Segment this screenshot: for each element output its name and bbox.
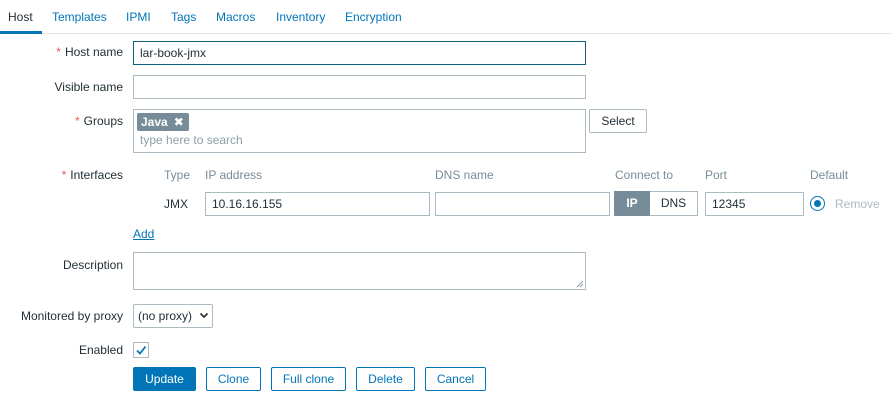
- enabled-checkbox[interactable]: [133, 342, 149, 358]
- col-type: Type: [164, 168, 191, 182]
- group-chip-label: Java: [141, 115, 168, 129]
- visible-name-label: Visible name: [54, 80, 123, 94]
- host-name-label: * Host name: [56, 45, 123, 59]
- groups-search-input[interactable]: type here to search: [140, 133, 243, 147]
- proxy-select[interactable]: (no proxy): [133, 304, 213, 328]
- col-dns-name: DNS name: [435, 168, 494, 182]
- check-icon: [136, 345, 147, 355]
- proxy-select-value: (no proxy): [138, 309, 193, 323]
- enabled-label: Enabled: [78, 343, 123, 357]
- resize-grip-icon[interactable]: [576, 280, 584, 288]
- host-name-label-text: Host name: [64, 45, 123, 59]
- default-interface-radio[interactable]: [810, 196, 825, 211]
- required-marker: *: [56, 45, 61, 59]
- interfaces-label: * Interfaces: [62, 168, 123, 182]
- required-marker: *: [61, 168, 67, 182]
- tab-bar: Host Templates IPMI Tags Macros Inventor…: [0, 0, 892, 34]
- proxy-label: Monitored by proxy: [20, 309, 123, 323]
- col-default: Default: [810, 168, 849, 182]
- select-groups-button[interactable]: Select: [589, 109, 647, 133]
- host-name-field[interactable]: lar-book-jmx: [133, 41, 586, 65]
- remove-interface-link[interactable]: Remove: [835, 197, 880, 211]
- tab-ipmi[interactable]: IPMI: [126, 0, 151, 34]
- full-clone-button[interactable]: Full clone: [271, 367, 346, 391]
- delete-button[interactable]: Delete: [356, 367, 415, 391]
- connect-dns-toggle[interactable]: DNS: [650, 191, 698, 216]
- interfaces-label-text: Interfaces: [70, 168, 123, 182]
- group-chip-java: Java ✖: [137, 113, 189, 131]
- active-tab-indicator: [0, 31, 42, 34]
- update-button[interactable]: Update: [133, 367, 196, 391]
- groups-label: * Groups: [75, 114, 123, 128]
- col-port: Port: [705, 168, 728, 182]
- col-ip-address: IP address: [205, 168, 263, 182]
- col-connect-to: Connect to: [615, 168, 674, 182]
- port-field[interactable]: 12345: [705, 192, 804, 216]
- tab-templates[interactable]: Templates: [52, 0, 107, 34]
- add-interface-link[interactable]: Add: [133, 227, 154, 241]
- tab-encryption[interactable]: Encryption: [345, 0, 402, 34]
- connect-ip-toggle[interactable]: IP: [614, 191, 650, 216]
- chevron-down-icon: [199, 312, 209, 319]
- tab-tags[interactable]: Tags: [171, 0, 196, 34]
- tab-host[interactable]: Host: [8, 0, 33, 34]
- cancel-button[interactable]: Cancel: [425, 367, 486, 391]
- tab-macros[interactable]: Macros: [216, 0, 255, 34]
- ip-address-field[interactable]: 10.16.16.155: [205, 192, 430, 216]
- description-label: Description: [62, 258, 123, 272]
- remove-chip-icon[interactable]: ✖: [174, 115, 184, 129]
- interface-type: JMX: [164, 197, 188, 211]
- tab-inventory[interactable]: Inventory: [276, 0, 325, 34]
- required-marker: *: [74, 114, 80, 128]
- groups-multiselect[interactable]: Java ✖ type here to search: [133, 109, 586, 153]
- description-field[interactable]: [133, 252, 586, 290]
- groups-label-text: Groups: [83, 114, 123, 128]
- dns-name-field[interactable]: [435, 192, 610, 216]
- clone-button[interactable]: Clone: [206, 367, 261, 391]
- visible-name-field[interactable]: [133, 75, 586, 99]
